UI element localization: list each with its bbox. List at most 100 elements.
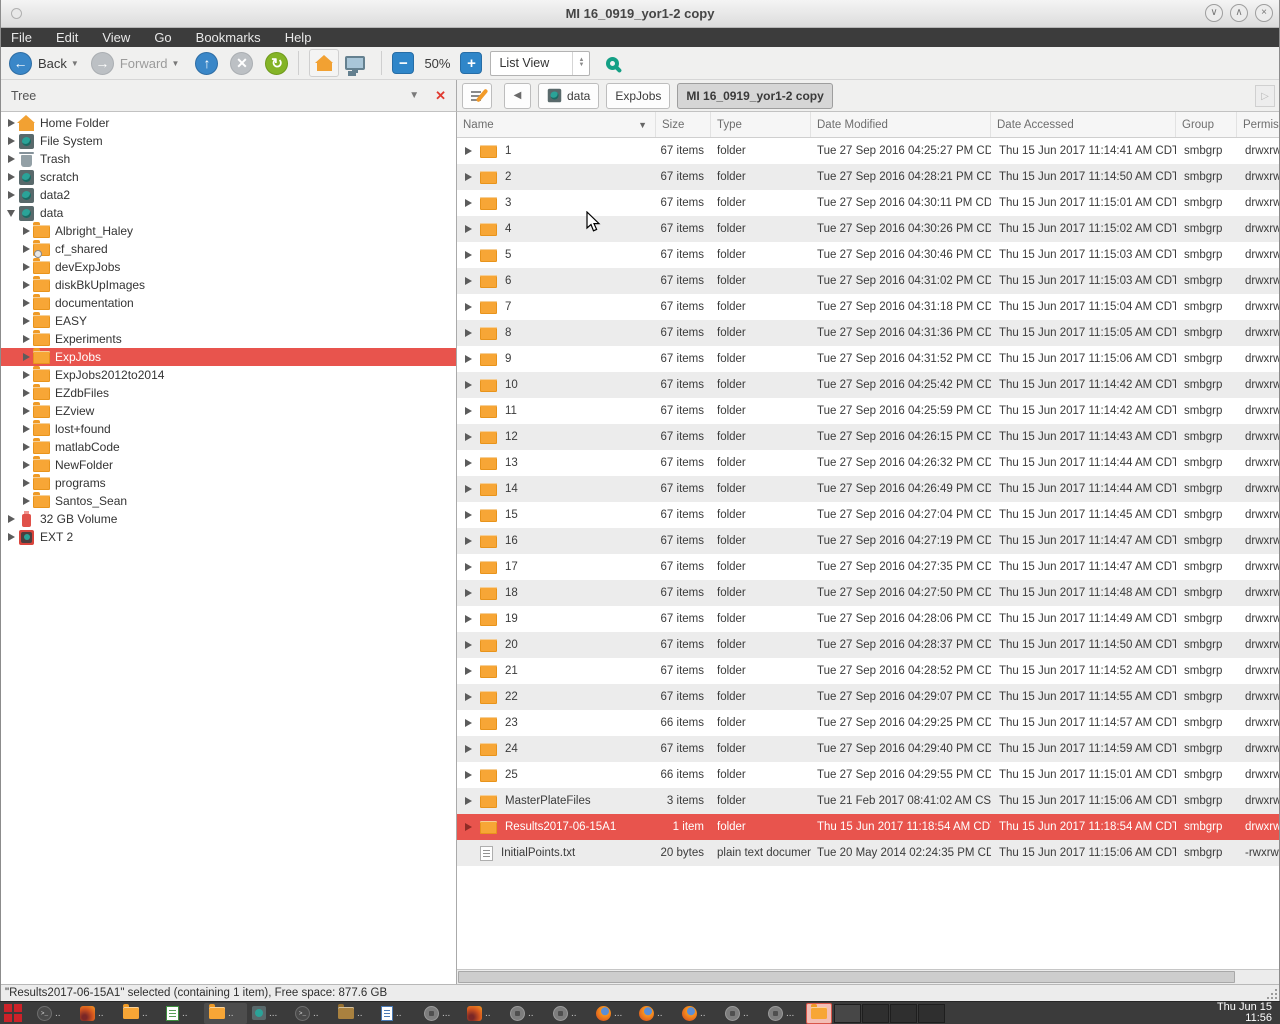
sidebar-item-programs[interactable]: programs — [1, 474, 456, 492]
sidebar-item-easy[interactable]: EASY — [1, 312, 456, 330]
expander-icon[interactable] — [462, 147, 474, 155]
zoom-out-button[interactable]: − — [392, 52, 414, 74]
expander-icon[interactable] — [462, 355, 474, 363]
expander-icon[interactable] — [20, 227, 32, 235]
expander-icon[interactable] — [462, 277, 474, 285]
expander-icon[interactable] — [462, 719, 474, 727]
expander-icon[interactable] — [462, 381, 474, 389]
sidebar-item-experiments[interactable]: Experiments — [1, 330, 456, 348]
expander-icon[interactable] — [462, 563, 474, 571]
forward-label[interactable]: Forward — [120, 56, 168, 71]
expander-icon[interactable] — [5, 210, 17, 217]
computer-button[interactable] — [345, 56, 365, 70]
menu-bookmarks[interactable]: Bookmarks — [196, 30, 261, 45]
file-row-25[interactable]: 2566 itemsfolderTue 27 Sep 2016 04:29:55… — [457, 762, 1279, 788]
sidebar-item-data[interactable]: data — [1, 204, 456, 222]
back-label[interactable]: Back — [38, 56, 67, 71]
expander-icon[interactable] — [20, 497, 32, 505]
breadcrumb-data[interactable]: data — [538, 83, 599, 109]
sidebar-item-file-system[interactable]: File System — [1, 132, 456, 150]
launcher-menu-icon[interactable] — [2, 1003, 28, 1023]
sidebar-item-expjobs[interactable]: ExpJobs — [1, 348, 456, 366]
task-button-document-8[interactable]: .. — [376, 1003, 419, 1024]
expander-icon[interactable] — [20, 389, 32, 397]
expander-icon[interactable] — [462, 511, 474, 519]
expander-icon[interactable] — [462, 693, 474, 701]
file-row-15[interactable]: 1567 itemsfolderTue 27 Sep 2016 04:27:04… — [457, 502, 1279, 528]
expander-icon[interactable] — [5, 191, 17, 199]
task-button-drive-5[interactable]: ... — [247, 1003, 290, 1024]
horizontal-scrollbar[interactable] — [457, 969, 1279, 984]
side-pane-close-icon[interactable]: ✕ — [435, 88, 446, 104]
task-button-app-17[interactable]: ... — [763, 1003, 806, 1024]
task-button-matlab-1[interactable]: .. — [75, 1003, 118, 1024]
file-row-4[interactable]: 467 itemsfolderTue 27 Sep 2016 04:30:26 … — [457, 216, 1279, 242]
file-row-17[interactable]: 1767 itemsfolderTue 27 Sep 2016 04:27:35… — [457, 554, 1279, 580]
sidebar-item-home-folder[interactable]: Home Folder — [1, 114, 456, 132]
file-row-6[interactable]: 667 itemsfolderTue 27 Sep 2016 04:31:02 … — [457, 268, 1279, 294]
expander-icon[interactable] — [20, 317, 32, 325]
task-button-folder-18[interactable] — [806, 1003, 832, 1024]
file-row-19[interactable]: 1967 itemsfolderTue 27 Sep 2016 04:28:06… — [457, 606, 1279, 632]
file-row-1[interactable]: 167 itemsfolderTue 27 Sep 2016 04:25:27 … — [457, 138, 1279, 164]
file-row-14[interactable]: 1467 itemsfolderTue 27 Sep 2016 04:26:49… — [457, 476, 1279, 502]
expander-icon[interactable] — [5, 137, 17, 145]
expander-icon[interactable] — [462, 823, 474, 831]
expander-icon[interactable] — [462, 459, 474, 467]
file-row-20[interactable]: 2067 itemsfolderTue 27 Sep 2016 04:28:37… — [457, 632, 1279, 658]
task-button-folder-4[interactable]: .. — [204, 1003, 247, 1024]
file-row-13[interactable]: 1367 itemsfolderTue 27 Sep 2016 04:26:32… — [457, 450, 1279, 476]
task-button-folder-2[interactable]: .. — [118, 1003, 161, 1024]
expander-icon[interactable] — [462, 537, 474, 545]
menu-view[interactable]: View — [102, 30, 130, 45]
sidebar-item-ext-2[interactable]: EXT 2 — [1, 528, 456, 546]
expander-icon[interactable] — [20, 407, 32, 415]
file-row-16[interactable]: 1667 itemsfolderTue 27 Sep 2016 04:27:19… — [457, 528, 1279, 554]
task-button-firefox-15[interactable]: .. — [677, 1003, 720, 1024]
task-button-app-11[interactable]: .. — [505, 1003, 548, 1024]
file-row-9[interactable]: 967 itemsfolderTue 27 Sep 2016 04:31:52 … — [457, 346, 1279, 372]
resize-grip[interactable] — [1265, 987, 1277, 999]
back-button[interactable]: ← — [9, 52, 32, 75]
expander-icon[interactable] — [462, 329, 474, 337]
expander-icon[interactable] — [20, 353, 32, 361]
file-row-21[interactable]: 2167 itemsfolderTue 27 Sep 2016 04:28:52… — [457, 658, 1279, 684]
view-mode-spinner[interactable]: ▲▼ — [572, 52, 589, 75]
file-row-23[interactable]: 2366 itemsfolderTue 27 Sep 2016 04:29:25… — [457, 710, 1279, 736]
task-button-firefox-14[interactable]: .. — [634, 1003, 677, 1024]
sidebar-item-ezdbfiles[interactable]: EZdbFiles — [1, 384, 456, 402]
column-header-date-modified[interactable]: Date Modified — [811, 112, 991, 137]
task-button-spreadsheet-3[interactable]: .. — [161, 1003, 204, 1024]
clock[interactable]: Thu Jun 15 11:56 — [1217, 1002, 1280, 1024]
expander-icon[interactable] — [462, 199, 474, 207]
task-button-terminal-6[interactable]: >_.. — [290, 1003, 333, 1024]
sidebar-item-data2[interactable]: data2 — [1, 186, 456, 204]
up-button[interactable]: ↑ — [195, 52, 218, 75]
expander-icon[interactable] — [20, 479, 32, 487]
view-mode-select[interactable]: List View ▲▼ — [490, 51, 590, 76]
column-header-date-accessed[interactable]: Date Accessed — [991, 112, 1176, 137]
file-row-initialpoints-txt[interactable]: InitialPoints.txt20 bytesplain text docu… — [457, 840, 1279, 866]
zoom-in-button[interactable]: + — [460, 52, 482, 74]
path-scroll-left-button[interactable]: ◀ — [504, 83, 531, 109]
expander-icon[interactable] — [462, 589, 474, 597]
menu-edit[interactable]: Edit — [56, 30, 78, 45]
expander-icon[interactable] — [462, 615, 474, 623]
file-row-22[interactable]: 2267 itemsfolderTue 27 Sep 2016 04:29:07… — [457, 684, 1279, 710]
file-row-3[interactable]: 367 itemsfolderTue 27 Sep 2016 04:30:11 … — [457, 190, 1279, 216]
sidebar-item-devexpjobs[interactable]: devExpJobs — [1, 258, 456, 276]
expander-icon[interactable] — [5, 515, 17, 523]
file-row-10[interactable]: 1067 itemsfolderTue 27 Sep 2016 04:25:42… — [457, 372, 1279, 398]
breadcrumb-mi-16-0919-yor1-2-copy[interactable]: MI 16_0919_yor1-2 copy — [677, 83, 832, 109]
maximize-button[interactable]: ∧ — [1230, 4, 1248, 22]
refresh-button[interactable]: ↻ — [265, 52, 288, 75]
file-row-7[interactable]: 767 itemsfolderTue 27 Sep 2016 04:31:18 … — [457, 294, 1279, 320]
forward-button[interactable]: → — [91, 52, 114, 75]
sidebar-item-documentation[interactable]: documentation — [1, 294, 456, 312]
file-row-24[interactable]: 2467 itemsfolderTue 27 Sep 2016 04:29:40… — [457, 736, 1279, 762]
task-button-matlab-10[interactable]: .. — [462, 1003, 505, 1024]
expander-icon[interactable] — [462, 745, 474, 753]
sidebar-item-ezview[interactable]: EZview — [1, 402, 456, 420]
file-row-5[interactable]: 567 itemsfolderTue 27 Sep 2016 04:30:46 … — [457, 242, 1279, 268]
column-header-name[interactable]: Name▼ — [457, 112, 656, 137]
